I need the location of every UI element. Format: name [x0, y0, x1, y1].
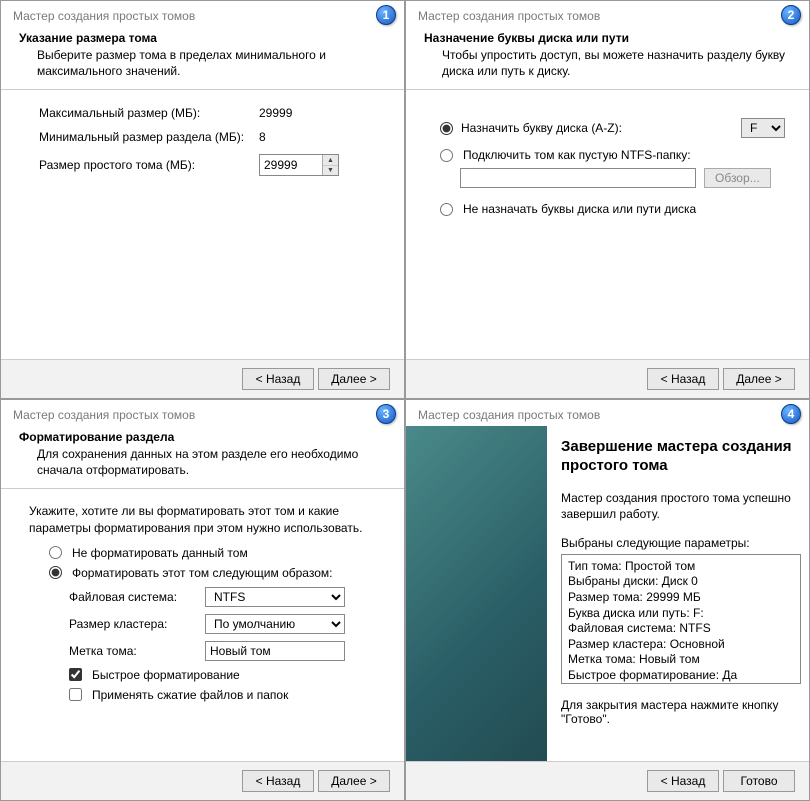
back-button[interactable]: < Назад [242, 770, 314, 792]
wizard-side-image [406, 426, 547, 761]
params-list-item: Буква диска или путь: F: [568, 606, 794, 622]
params-list-item: Файловая система: NTFS [568, 621, 794, 637]
mount-path-input [460, 168, 696, 188]
finish-button[interactable]: Готово [723, 770, 795, 792]
filesystem-label: Файловая система: [69, 590, 205, 604]
format-radio[interactable] [49, 566, 62, 579]
no-assign-radio[interactable] [440, 203, 453, 216]
volume-label-input[interactable] [205, 641, 345, 661]
drive-letter-select[interactable]: F [741, 118, 785, 138]
cluster-select[interactable]: По умолчанию [205, 614, 345, 634]
next-button[interactable]: Далее > [318, 770, 390, 792]
mount-folder-radio[interactable] [440, 149, 453, 162]
finish-title: Завершение мастера создания простого том… [561, 438, 801, 476]
volume-size-label: Размер простого тома (МБ): [39, 158, 259, 172]
page-subtitle: Чтобы упростить доступ, вы можете назнач… [424, 47, 791, 79]
wizard-step-drive-letter: 2 Мастер создания простых томов Назначен… [405, 0, 810, 399]
assign-letter-label: Назначить букву диска (A-Z): [461, 121, 622, 135]
assign-letter-radio[interactable] [440, 122, 453, 135]
compression-label: Применять сжатие файлов и папок [92, 688, 288, 702]
cluster-label: Размер кластера: [69, 617, 205, 631]
next-button[interactable]: Далее > [318, 368, 390, 390]
close-hint: Для закрытия мастера нажмите кнопку "Гот… [561, 698, 801, 726]
volume-size-input[interactable] [260, 155, 322, 175]
spinner-up-icon[interactable]: ▲ [323, 155, 338, 166]
page-title: Назначение буквы диска или пути [424, 31, 791, 45]
params-list-item: Размер тома: 29999 МБ [568, 590, 794, 606]
quick-format-checkbox[interactable] [69, 668, 82, 681]
max-size-label: Максимальный размер (МБ): [39, 106, 259, 120]
page-title: Указание размера тома [19, 31, 386, 45]
next-button[interactable]: Далее > [723, 368, 795, 390]
back-button[interactable]: < Назад [647, 770, 719, 792]
format-label: Форматировать этот том следующим образом… [72, 566, 332, 580]
no-format-radio[interactable] [49, 546, 62, 559]
step-badge: 3 [376, 404, 396, 424]
max-size-value: 29999 [259, 106, 349, 120]
params-list-item: Метка тома: Новый том [568, 652, 794, 668]
wizard-step-size: 1 Мастер создания простых томов Указание… [0, 0, 405, 399]
window-title: Мастер создания простых томов [1, 400, 404, 426]
step-badge: 2 [781, 5, 801, 25]
volume-size-spinner[interactable]: ▲ ▼ [259, 154, 339, 176]
min-size-value: 8 [259, 130, 349, 144]
params-list-item: Выбраны диски: Диск 0 [568, 574, 794, 590]
wizard-step-format: 3 Мастер создания простых томов Форматир… [0, 399, 405, 801]
params-label: Выбраны следующие параметры: [561, 536, 801, 550]
mount-folder-label: Подключить том как пустую NTFS-папку: [463, 148, 691, 162]
step-badge: 1 [376, 5, 396, 25]
compression-checkbox[interactable] [69, 688, 82, 701]
min-size-label: Минимальный размер раздела (МБ): [39, 130, 259, 144]
volume-label-label: Метка тома: [69, 644, 205, 658]
back-button[interactable]: < Назад [242, 368, 314, 390]
browse-button: Обзор... [704, 168, 771, 188]
window-title: Мастер создания простых томов [406, 1, 809, 27]
page-subtitle: Выберите размер тома в пределах минималь… [19, 47, 386, 79]
filesystem-select[interactable]: NTFS [205, 587, 345, 607]
page-subtitle: Для сохранения данных на этом разделе ег… [19, 446, 386, 478]
params-list-item: Тип тома: Простой том [568, 559, 794, 575]
quick-format-label: Быстрое форматирование [92, 668, 240, 682]
no-format-label: Не форматировать данный том [72, 546, 248, 560]
params-list-item: Быстрое форматирование: Да [568, 668, 794, 684]
step-badge: 4 [781, 404, 801, 424]
window-title: Мастер создания простых томов [1, 1, 404, 27]
finish-subtitle: Мастер создания простого тома успешно за… [561, 490, 801, 522]
format-hint: Укажите, хотите ли вы форматировать этот… [29, 503, 380, 535]
no-assign-label: Не назначать буквы диска или пути диска [463, 202, 696, 216]
back-button[interactable]: < Назад [647, 368, 719, 390]
wizard-step-finish: 4 Мастер создания простых томов Завершен… [405, 399, 810, 801]
window-title: Мастер создания простых томов [406, 400, 809, 426]
spinner-down-icon[interactable]: ▼ [323, 166, 338, 176]
page-title: Форматирование раздела [19, 430, 386, 444]
params-list-item: Размер кластера: Основной [568, 637, 794, 653]
params-listbox[interactable]: Тип тома: Простой томВыбраны диски: Диск… [561, 554, 801, 684]
